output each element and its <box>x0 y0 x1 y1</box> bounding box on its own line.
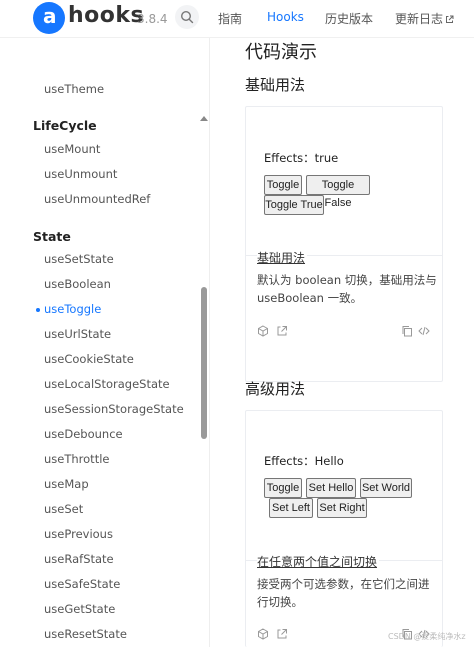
nav-hooks[interactable]: Hooks <box>267 10 304 24</box>
watermark: CSDN @爱柔纯净水z <box>388 632 466 641</box>
open-external-icon[interactable] <box>276 325 288 337</box>
scroll-up-arrow-icon[interactable] <box>200 116 208 121</box>
effects-text: Effects：true <box>264 150 338 166</box>
sidebar-item-usetoggle[interactable]: useToggle <box>44 302 101 316</box>
demo-title-advanced[interactable]: 在任意两个值之间切换 <box>257 553 380 570</box>
effects-label: Effects： <box>264 151 315 165</box>
top-header: a hooks 3.8.4 指南 Hooks 历史版本 更新日志 <box>0 0 474 38</box>
demo-description-advanced: 接受两个可选参数，在它们之间进行切换。 <box>257 577 430 609</box>
sidebar-item-usemap[interactable]: useMap <box>44 477 89 491</box>
sidebar-item-usesetstate[interactable]: useSetState <box>44 252 114 266</box>
sidebar-item-useset[interactable]: useSet <box>44 502 83 516</box>
copy-icon[interactable] <box>401 325 413 337</box>
active-dot-icon <box>36 308 40 312</box>
sidebar-item-usesessionstoragestate[interactable]: useSessionStorageState <box>44 402 184 416</box>
toggle-true-button[interactable]: Toggle True <box>264 195 324 215</box>
sidebar-item-useboolean[interactable]: useBoolean <box>44 277 111 291</box>
demo-description-basic: 默认为 boolean 切换，基础用法与 useBoolean 一致。 <box>257 273 437 305</box>
logo-text[interactable]: hooks <box>68 3 144 28</box>
sidebar-item-usedebounce[interactable]: useDebounce <box>44 427 123 441</box>
toggle-button[interactable]: Toggle <box>264 175 302 195</box>
set-hello-button[interactable]: Set Hello <box>306 478 356 498</box>
set-left-button[interactable]: Set Left <box>269 498 313 518</box>
nav-changelog-label: 更新日志 <box>395 12 444 26</box>
sidebar: useTheme LifeCycle useMount useUnmount u… <box>0 38 210 647</box>
demo-card-advanced: Effects：Hello Toggle Set Hello Set World… <box>245 410 443 647</box>
section-title-advanced: 高级用法 <box>245 380 306 398</box>
external-link-icon <box>446 15 454 23</box>
codesandbox-icon[interactable] <box>257 628 269 640</box>
codesandbox-icon[interactable] <box>257 325 269 337</box>
sidebar-item-useurlstate[interactable]: useUrlState <box>44 327 111 341</box>
sidebar-group-state: State <box>33 229 71 244</box>
sidebar-item-usetheme[interactable]: useTheme <box>44 82 104 96</box>
sidebar-item-usecookiestate[interactable]: useCookieState <box>44 352 134 366</box>
search-icon <box>180 10 194 24</box>
demo-card-basic: Effects：true Toggle Toggle False Toggle … <box>245 106 443 382</box>
sidebar-item-usethrottle[interactable]: useThrottle <box>44 452 109 466</box>
sidebar-item-userafstate[interactable]: useRafState <box>44 552 114 566</box>
sidebar-item-useprevious[interactable]: usePrevious <box>44 527 113 541</box>
sidebar-item-usegetstate[interactable]: useGetState <box>44 602 115 616</box>
nav-guide[interactable]: 指南 <box>218 10 242 27</box>
nav-history-versions[interactable]: 历史版本 <box>325 10 373 27</box>
set-right-button[interactable]: Set Right <box>317 498 367 518</box>
effects-value: true <box>314 151 339 165</box>
demo-title-basic[interactable]: 基础用法 <box>257 249 308 266</box>
set-world-button[interactable]: Set World <box>360 478 412 498</box>
toggle-button[interactable]: Toggle <box>264 478 302 498</box>
nav-changelog[interactable]: 更新日志 <box>395 10 454 27</box>
effects-text: Effects：Hello <box>264 453 344 469</box>
sidebar-item-useresetstate[interactable]: useResetState <box>44 627 127 641</box>
sidebar-group-lifecycle: LifeCycle <box>33 118 97 133</box>
sidebar-item-usesafestate[interactable]: useSafeState <box>44 577 120 591</box>
page-heading: 代码演示 <box>245 42 317 63</box>
open-external-icon[interactable] <box>276 628 288 640</box>
toggle-false-button[interactable]: Toggle False <box>306 175 370 209</box>
logo-letter: a <box>43 4 57 28</box>
search-button[interactable] <box>175 5 199 29</box>
code-icon[interactable] <box>418 325 430 337</box>
sidebar-scrollbar-thumb[interactable] <box>201 287 207 439</box>
sidebar-item-useunmount[interactable]: useUnmount <box>44 167 117 181</box>
section-title-basic: 基础用法 <box>245 76 306 94</box>
sidebar-item-useunmountedref[interactable]: useUnmountedRef <box>44 192 150 206</box>
sidebar-item-uselocalstoragestate[interactable]: useLocalStorageState <box>44 377 170 391</box>
effects-label: Effects： <box>264 454 315 468</box>
effects-value: Hello <box>314 454 344 468</box>
version-label: 3.8.4 <box>137 12 168 26</box>
main-content: 代码演示 基础用法 Effects：true Toggle Toggle Fal… <box>210 38 474 647</box>
sidebar-item-usemount[interactable]: useMount <box>44 142 100 156</box>
